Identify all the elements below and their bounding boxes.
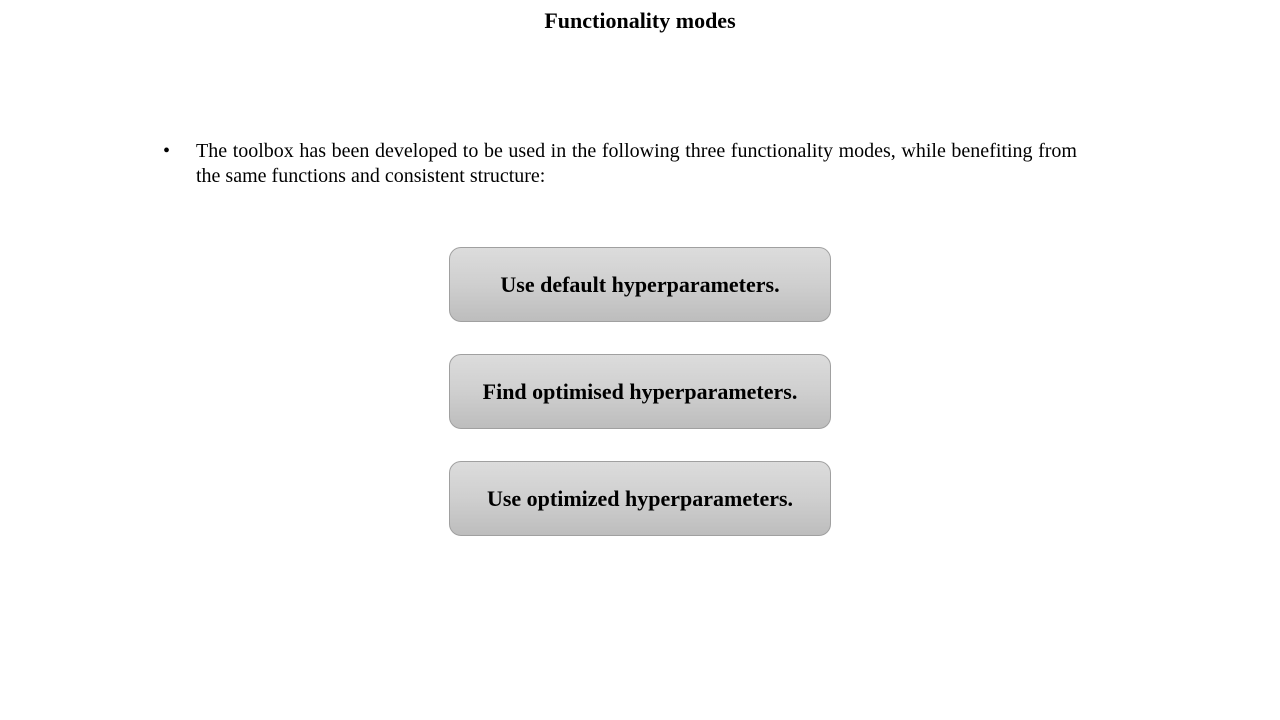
mode-box-find-optimised-hyperparameters: Find optimised hyperparameters.	[449, 354, 831, 429]
slide: Functionality modes • The toolbox has be…	[0, 0, 1280, 720]
bullet-text: The toolbox has been developed to be use…	[196, 140, 1077, 187]
mode-box-optimized-hyperparameters: Use optimized hyperparameters.	[449, 461, 831, 536]
bullet-list: • The toolbox has been developed to be u…	[163, 139, 1077, 189]
mode-box-default-hyperparameters: Use default hyperparameters.	[449, 247, 831, 322]
slide-title: Functionality modes	[544, 8, 736, 33]
bullet-marker: •	[163, 140, 171, 162]
